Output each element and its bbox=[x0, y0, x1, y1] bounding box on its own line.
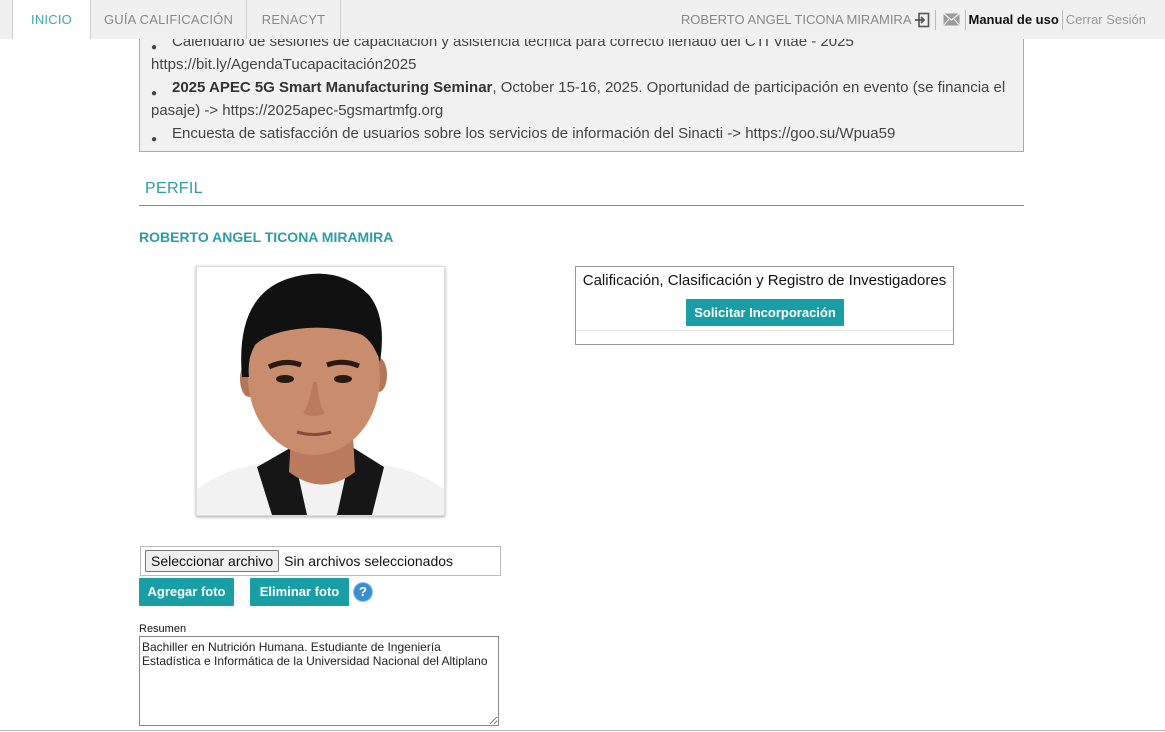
help-icon[interactable]: ? bbox=[354, 583, 372, 601]
notice-item-2: 2025 APEC 5G Smart Manufacturing Seminar… bbox=[172, 76, 1005, 99]
divider bbox=[934, 9, 936, 30]
photo-file-input[interactable]: Seleccionar archivo Sin archivos selecci… bbox=[140, 546, 501, 576]
profile-name: ROBERTO ANGEL TICONA MIRAMIRA bbox=[139, 229, 394, 245]
tab-guia-calificacion[interactable]: GUÍA CALIFICACIÓN bbox=[91, 0, 247, 39]
divider bbox=[964, 9, 966, 30]
notice-item-3: Encuesta de satisfacción de usuarios sob… bbox=[172, 125, 896, 142]
user-nav: ROBERTO ANGEL TICONA MIRAMIRA Manual de … bbox=[681, 0, 1146, 39]
notice-item-2-text: , October 15-16, 2025. Oportunidad de pa… bbox=[492, 79, 1006, 96]
section-title: PERFIL bbox=[145, 180, 203, 197]
tab-renacyt[interactable]: RENACYT bbox=[247, 0, 341, 39]
tab-inicio[interactable]: INICIO bbox=[12, 0, 91, 39]
mail-icon[interactable] bbox=[942, 13, 960, 26]
profile-exit-icon[interactable] bbox=[914, 12, 930, 28]
announcements-box: ● Calendario de sesiones de capacitación… bbox=[139, 22, 1024, 152]
solicitar-incorporacion-button[interactable]: Solicitar Incorporación bbox=[686, 299, 844, 326]
notice-item-2-title: 2025 APEC 5G Smart Manufacturing Seminar bbox=[172, 79, 493, 96]
panel-divider bbox=[576, 330, 953, 331]
manual-link[interactable]: Manual de uso bbox=[969, 0, 1059, 39]
calificacion-panel: Calificación, Clasificación y Registro d… bbox=[575, 266, 954, 345]
add-photo-button[interactable]: Agregar foto bbox=[139, 578, 234, 606]
notice-link-1[interactable]: https://bit.ly/AgendaTucapacitación2025 bbox=[151, 53, 416, 76]
page-bottom-divider bbox=[0, 730, 1165, 731]
notice-link-2[interactable]: pasaje) -> https://2025apec-5gsmartmfg.o… bbox=[151, 99, 443, 122]
logout-link[interactable]: Cerrar Sesión bbox=[1066, 0, 1146, 39]
resumen-textarea[interactable]: Bachiller en Nutrición Humana. Estudiant… bbox=[139, 636, 499, 726]
remove-photo-button[interactable]: Eliminar foto bbox=[250, 578, 349, 606]
portrait-image bbox=[197, 267, 444, 515]
bullet-icon: ● bbox=[151, 134, 158, 145]
section-divider bbox=[139, 205, 1024, 206]
resumen-label: Resumen bbox=[139, 623, 187, 635]
divider bbox=[1061, 9, 1063, 30]
calificacion-title: Calificación, Clasificación y Registro d… bbox=[582, 272, 947, 289]
top-nav: INICIO GUÍA CALIFICACIÓN RENACYT ROBERTO… bbox=[0, 0, 1165, 39]
select-file-button[interactable]: Seleccionar archivo bbox=[145, 550, 280, 572]
profile-photo bbox=[196, 266, 445, 516]
user-name[interactable]: ROBERTO ANGEL TICONA MIRAMIRA bbox=[681, 0, 912, 39]
file-status: Sin archivos seleccionados bbox=[284, 553, 454, 569]
